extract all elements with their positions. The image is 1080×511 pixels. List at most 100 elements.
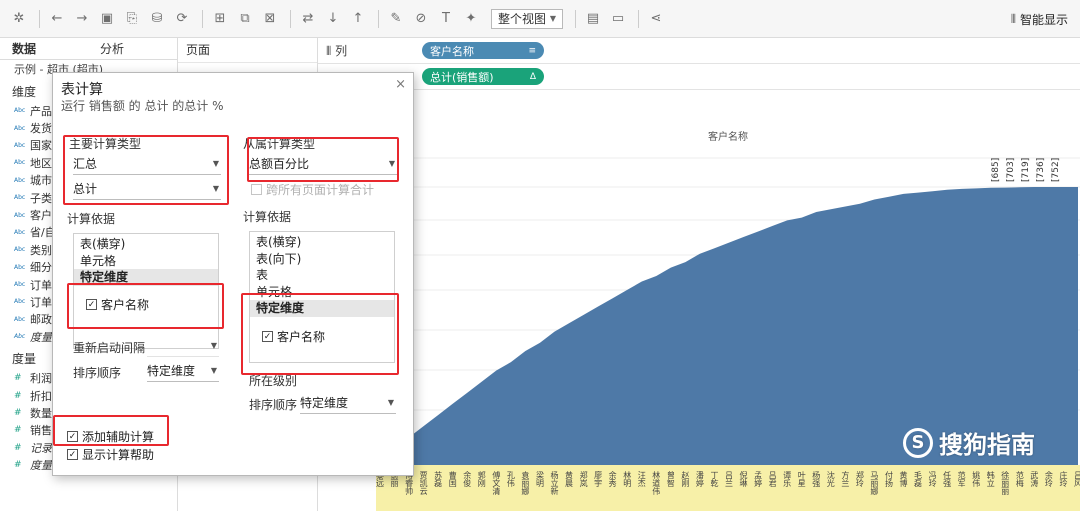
x-tick-label[interactable]: 韩立 [986, 470, 995, 487]
compute-using-option[interactable]: 表(向下) [250, 251, 394, 268]
x-tick-label[interactable]: 袁丽娜 [521, 470, 530, 496]
compute-using-option[interactable]: 特定维度 [250, 300, 394, 317]
x-tick-label[interactable]: 庄玲 [1059, 470, 1068, 488]
x-tick-label[interactable]: 吕君 [768, 471, 777, 488]
x-tick-label[interactable]: 方兰 [841, 470, 850, 487]
view-size-select[interactable]: 整个视图 ▼ [491, 8, 563, 29]
x-tick-label[interactable]: 武涛 [1030, 470, 1039, 487]
x-tick-label[interactable]: 徐丽丽 [1001, 470, 1010, 496]
compute-using-option[interactable]: 单元格 [250, 284, 394, 301]
close-icon[interactable]: × [395, 77, 406, 92]
datasource-dropdown-icon[interactable]: ⛁ [146, 8, 168, 30]
x-tick-label[interactable]: 范梅 [1015, 470, 1024, 488]
x-tick-label[interactable]: 孔伟 [506, 471, 515, 488]
measure-field-label: 折扣 [30, 389, 52, 403]
x-tick-label[interactable]: 郭刚 [477, 470, 486, 488]
group-icon[interactable]: ⊘ [410, 8, 432, 30]
x-tick-label[interactable]: 廖宇 [594, 470, 603, 487]
x-tick-label[interactable]: 吕风 [1074, 471, 1080, 488]
x-tick-label[interactable]: 沈光 [826, 470, 835, 488]
x-tick-label[interactable]: 梁明 [535, 471, 544, 488]
forward-icon[interactable]: → [71, 8, 93, 30]
primary-compute-list[interactable]: 表(横穿) 单元格 特定维度 ✓ 客户名称 [73, 233, 219, 349]
x-tick-label[interactable]: 冯玲 [928, 471, 937, 488]
x-tick-label[interactable]: 余俊 [463, 470, 472, 488]
x-tick-label[interactable]: 吕兰 [725, 471, 734, 487]
duplicate-icon[interactable]: ⧉ [234, 8, 256, 30]
x-tick-label[interactable]: 曹国 [448, 470, 457, 488]
primary-dimension-checkbox[interactable]: ✓ 客户名称 [86, 296, 149, 313]
x-tick-label[interactable]: 孟婷 [754, 470, 763, 487]
x-tick-label[interactable]: 曾智 [666, 470, 675, 488]
x-tick-label[interactable]: 赵刚 [681, 470, 690, 488]
share-icon[interactable]: ⋖ [645, 8, 667, 30]
primary-agg-select[interactable]: 总计 ▼ [73, 178, 221, 200]
x-tick-label[interactable]: 林道伟 [652, 470, 661, 496]
secondary-compute-list[interactable]: 表(横穿) 表(向下) 表单元格 特定维度 ✓ 客户名称 [249, 231, 395, 363]
x-tick-label[interactable]: 付扬 [884, 470, 893, 488]
x-tick-label[interactable]: 叶星 [797, 471, 806, 487]
show-cards-icon[interactable]: ▤ [582, 8, 604, 30]
pin-icon[interactable]: ✦ [460, 8, 482, 30]
x-tick-label[interactable]: 谭乐 [783, 471, 792, 487]
back-icon[interactable]: ← [46, 8, 68, 30]
x-tick-label[interactable]: 毛磊 [914, 470, 923, 487]
sort-ascending-icon[interactable]: ↓ [322, 8, 344, 30]
swap-icon[interactable]: ⇄ [297, 8, 319, 30]
secondary-sort-select[interactable]: 特定维度 ▼ [300, 392, 396, 414]
x-tick-label[interactable]: 杨强 [812, 470, 821, 488]
columns-icon: ⦀ [326, 44, 336, 58]
x-tick-label[interactable]: 范军 [957, 470, 966, 488]
secondary-level-label: 所在级别 [249, 374, 298, 388]
compute-using-option[interactable]: 特定维度 [74, 269, 218, 286]
rows-pill[interactable]: 总计(销售额) Δ [422, 68, 544, 85]
x-tick-label[interactable]: 贾凯云 [419, 471, 428, 496]
add-secondary-checkbox[interactable]: ✓ 添加辅助计算 [67, 428, 154, 445]
columns-pill[interactable]: 客户名称 ≡ [422, 42, 544, 59]
x-tick-label[interactable]: 苏磊 [434, 470, 443, 487]
x-tick-label[interactable]: 郑岚 [579, 470, 588, 488]
save-icon[interactable]: ▣ [96, 8, 118, 30]
presentation-icon[interactable]: ▭ [607, 8, 629, 30]
rows-shelf[interactable]: 总计(销售额) Δ [318, 64, 1080, 90]
refresh-icon[interactable]: ⟳ [171, 8, 193, 30]
show-me-button[interactable]: ⦀ 智能显示 [1011, 11, 1068, 28]
tab-data[interactable]: 数据 [0, 38, 88, 59]
x-tick-label[interactable]: 汪杰 [637, 471, 646, 488]
x-tick-label[interactable]: 任强 [943, 470, 952, 488]
compute-using-option[interactable]: 表 [250, 267, 394, 284]
compute-using-option[interactable]: 单元格 [74, 253, 218, 270]
x-tick-label[interactable]: 黄晨 [565, 470, 574, 488]
x-tick-label[interactable]: 马丽娜 [870, 471, 879, 496]
labels-icon[interactable]: T [435, 8, 457, 30]
sort-descending-icon[interactable]: ↑ [347, 8, 369, 30]
secondary-type-select[interactable]: 总额百分比 ▼ [249, 153, 397, 175]
restart-every-select[interactable]: ▼ [147, 335, 219, 357]
x-tick-label[interactable]: 余玲 [1044, 470, 1053, 488]
all-pages-checkbox[interactable]: 跨所有页面计算合计 [251, 181, 374, 198]
columns-shelf[interactable]: ⦀ 列 客户名称 ≡ [318, 38, 1080, 64]
secondary-dimension-checkbox[interactable]: ✓ 客户名称 [262, 328, 325, 345]
x-tick-label[interactable]: 余秀 [608, 470, 617, 488]
x-tick-label[interactable]: 林明 [623, 470, 632, 488]
x-tick-label[interactable]: 丁乾 [710, 471, 719, 488]
x-tick-label[interactable]: 姚伟 [972, 470, 981, 488]
tab-analysis[interactable]: 分析 [88, 38, 176, 59]
x-tick-label[interactable]: 杨立新 [550, 470, 559, 496]
new-worksheet-icon[interactable]: ⊞ [209, 8, 231, 30]
area-series[interactable] [380, 187, 1078, 465]
compute-using-option[interactable]: 表(横穿) [250, 234, 394, 251]
x-tick-label[interactable]: 倪琳 [739, 470, 748, 488]
x-tick-label[interactable]: 潘婷 [695, 470, 704, 487]
compute-using-option[interactable]: 表(横穿) [74, 236, 218, 253]
primary-type-select[interactable]: 汇总 ▼ [73, 153, 221, 175]
tableau-logo-icon[interactable]: ✲ [8, 8, 30, 30]
new-datasource-icon[interactable]: ⎘ [121, 8, 143, 30]
highlight-icon[interactable]: ✎ [385, 8, 407, 30]
clear-icon[interactable]: ⊠ [259, 8, 281, 30]
primary-sort-select[interactable]: 特定维度 ▼ [147, 360, 219, 382]
show-help-checkbox[interactable]: ✓ 显示计算帮助 [67, 446, 154, 463]
x-tick-label[interactable]: 傅文清 [492, 470, 501, 496]
x-tick-label[interactable]: 黄博 [899, 470, 908, 488]
x-tick-label[interactable]: 郑玲 [855, 470, 864, 488]
